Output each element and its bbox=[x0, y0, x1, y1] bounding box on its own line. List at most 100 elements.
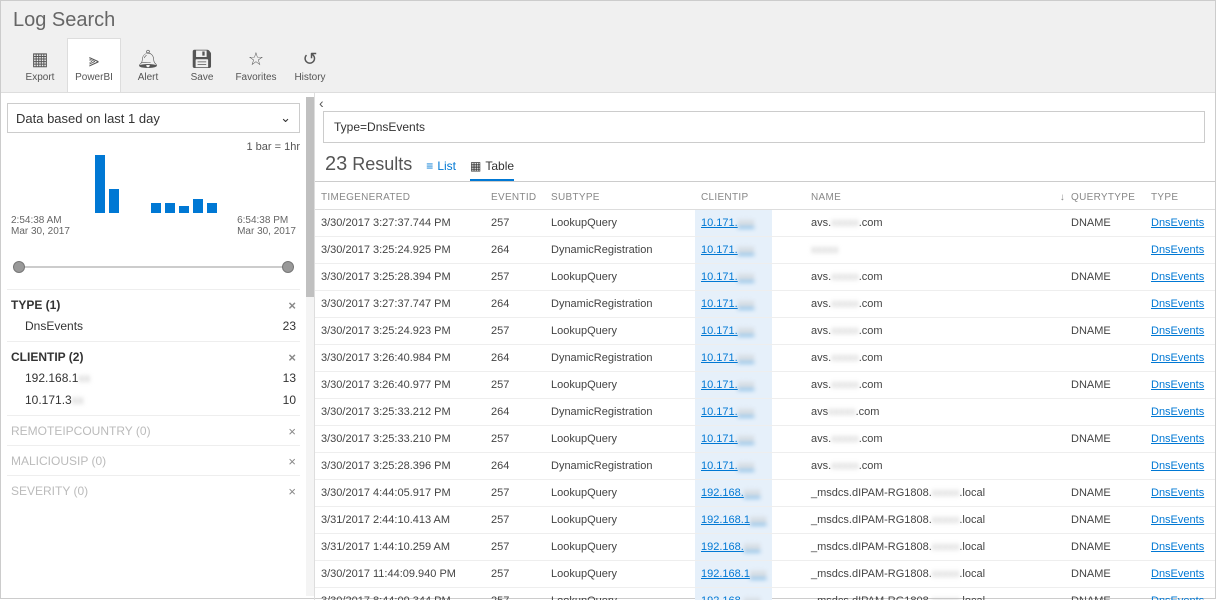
cell-clientip[interactable]: 10.171.xxx bbox=[695, 372, 805, 399]
save-button[interactable]: 💾︎Save bbox=[175, 38, 229, 92]
table-row[interactable]: 3/30/2017 3:27:37.747 PM264DynamicRegist… bbox=[315, 291, 1215, 318]
view-table-button[interactable]: ▦Table bbox=[470, 159, 514, 181]
history-icon: ↺ bbox=[302, 48, 317, 72]
col-CLIENTIP[interactable]: CLIENTIP bbox=[695, 186, 805, 210]
col-TIMEGENERATED[interactable]: TIMEGENERATED bbox=[315, 186, 485, 210]
table-row[interactable]: 3/30/2017 3:26:40.984 PM264DynamicRegist… bbox=[315, 345, 1215, 372]
cell-type[interactable]: DnsEvents bbox=[1145, 264, 1215, 291]
close-icon[interactable]: × bbox=[288, 298, 296, 313]
table-row[interactable]: 3/30/2017 3:25:33.210 PM257LookupQuery10… bbox=[315, 426, 1215, 453]
cell-type[interactable]: DnsEvents bbox=[1145, 588, 1215, 600]
scroll-thumb[interactable] bbox=[306, 97, 314, 297]
cell-clientip[interactable]: 192.168.xxx bbox=[695, 588, 805, 600]
table-row[interactable]: 3/30/2017 3:25:24.925 PM264DynamicRegist… bbox=[315, 237, 1215, 264]
cell-querytype: DNAME bbox=[1065, 588, 1145, 600]
cell-name: avs.xxxxx.com bbox=[805, 453, 1051, 480]
col-NAME[interactable]: NAME bbox=[805, 186, 1051, 210]
cell-subtype: LookupQuery bbox=[545, 264, 695, 291]
cell-querytype: DNAME bbox=[1065, 561, 1145, 588]
cell-clientip[interactable]: 192.168.xxx bbox=[695, 480, 805, 507]
cell-clientip[interactable]: 10.171.xxx bbox=[695, 318, 805, 345]
table-row[interactable]: 3/30/2017 3:25:28.396 PM264DynamicRegist… bbox=[315, 453, 1215, 480]
cell-eventid: 257 bbox=[485, 264, 545, 291]
alert-button[interactable]: 🔔︎Alert bbox=[121, 38, 175, 92]
close-icon[interactable]: × bbox=[288, 350, 296, 365]
cell-type[interactable]: DnsEvents bbox=[1145, 534, 1215, 561]
slider-handle-right[interactable] bbox=[282, 261, 294, 273]
cell-time: 3/30/2017 3:25:33.212 PM bbox=[315, 399, 485, 426]
col-EVENTID[interactable]: EVENTID bbox=[485, 186, 545, 210]
table-row[interactable]: 3/31/2017 1:44:10.259 AM257LookupQuery19… bbox=[315, 534, 1215, 561]
cell-clientip[interactable]: 192.168.1xxx bbox=[695, 507, 805, 534]
cell-subtype: LookupQuery bbox=[545, 507, 695, 534]
table-row[interactable]: 3/30/2017 4:44:05.917 PM257LookupQuery19… bbox=[315, 480, 1215, 507]
table-row[interactable]: 3/30/2017 3:26:40.977 PM257LookupQuery10… bbox=[315, 372, 1215, 399]
cell-type[interactable]: DnsEvents bbox=[1145, 372, 1215, 399]
col-QUERYTYPE[interactable]: QUERYTYPE bbox=[1065, 186, 1145, 210]
cell-type[interactable]: DnsEvents bbox=[1145, 345, 1215, 372]
table-row[interactable]: 3/30/2017 3:25:33.212 PM264DynamicRegist… bbox=[315, 399, 1215, 426]
cell-type[interactable]: DnsEvents bbox=[1145, 291, 1215, 318]
cell-type[interactable]: DnsEvents bbox=[1145, 507, 1215, 534]
slider-handle-left[interactable] bbox=[13, 261, 25, 273]
facet-header[interactable]: MALICIOUSIP (0)× bbox=[11, 454, 296, 469]
cell-name: avs.xxxxx.com bbox=[805, 426, 1051, 453]
cell-clientip[interactable]: 10.171.xxx bbox=[695, 210, 805, 237]
powerbi-button[interactable]: ⫸PowerBI bbox=[67, 38, 121, 92]
cell-name: _msdcs.dIPAM-RG1808.xxxxx.local bbox=[805, 588, 1051, 600]
cell-clientip[interactable]: 10.171.xxx bbox=[695, 453, 805, 480]
col-SUBTYPE[interactable]: SUBTYPE bbox=[545, 186, 695, 210]
collapse-icon[interactable]: ‹ bbox=[319, 95, 324, 111]
cell-clientip[interactable]: 192.168.xxx bbox=[695, 534, 805, 561]
table-row[interactable]: 3/30/2017 11:44:09.940 PM257LookupQuery1… bbox=[315, 561, 1215, 588]
cell-type[interactable]: DnsEvents bbox=[1145, 480, 1215, 507]
cell-eventid: 264 bbox=[485, 291, 545, 318]
facet-header[interactable]: TYPE (1)× bbox=[11, 298, 296, 313]
cell-type[interactable]: DnsEvents bbox=[1145, 399, 1215, 426]
facet-item[interactable]: DnsEvents23 bbox=[11, 313, 296, 335]
cell-clientip[interactable]: 10.171.xxx bbox=[695, 291, 805, 318]
cell-type[interactable]: DnsEvents bbox=[1145, 561, 1215, 588]
facet-header[interactable]: REMOTEIPCOUNTRY (0)× bbox=[11, 424, 296, 439]
facet-item[interactable]: 192.168.1xx13 bbox=[11, 365, 296, 387]
cell-subtype: LookupQuery bbox=[545, 534, 695, 561]
table-row[interactable]: 3/30/2017 3:27:37.744 PM257LookupQuery10… bbox=[315, 210, 1215, 237]
facet-header[interactable]: CLIENTIP (2)× bbox=[11, 350, 296, 365]
close-icon[interactable]: × bbox=[288, 454, 296, 469]
cell-clientip[interactable]: 10.171.xxx bbox=[695, 264, 805, 291]
cell-type[interactable]: DnsEvents bbox=[1145, 237, 1215, 264]
cell-querytype: DNAME bbox=[1065, 426, 1145, 453]
export-button[interactable]: ▦Export bbox=[13, 38, 67, 92]
chevron-down-icon: ⌄ bbox=[280, 110, 291, 126]
favorites-button[interactable]: ☆Favorites bbox=[229, 38, 283, 92]
close-icon[interactable]: × bbox=[288, 424, 296, 439]
table-row[interactable]: 3/30/2017 3:25:24.923 PM257LookupQuery10… bbox=[315, 318, 1215, 345]
table-row[interactable]: 3/31/2017 2:44:10.413 AM257LookupQuery19… bbox=[315, 507, 1215, 534]
cell-clientip[interactable]: 10.171.xxx bbox=[695, 399, 805, 426]
facet-header[interactable]: SEVERITY (0)× bbox=[11, 484, 296, 499]
col-TYPE[interactable]: TYPE bbox=[1145, 186, 1215, 210]
time-slider[interactable] bbox=[13, 257, 294, 277]
cell-spacer bbox=[1051, 561, 1065, 588]
view-list-button[interactable]: ≡List bbox=[426, 159, 456, 179]
history-button[interactable]: ↺History bbox=[283, 38, 337, 92]
facet-item[interactable]: 10.171.3xx10 bbox=[11, 387, 296, 409]
cell-clientip[interactable]: 192.168.1xxx bbox=[695, 561, 805, 588]
table-row[interactable]: 3/30/2017 3:25:28.394 PM257LookupQuery10… bbox=[315, 264, 1215, 291]
cell-clientip[interactable]: 10.171.xxx bbox=[695, 345, 805, 372]
table-row[interactable]: 3/30/2017 8:44:09.344 PM257LookupQuery19… bbox=[315, 588, 1215, 600]
chart-bar bbox=[179, 206, 189, 213]
cell-clientip[interactable]: 10.171.xxx bbox=[695, 237, 805, 264]
cell-type[interactable]: DnsEvents bbox=[1145, 210, 1215, 237]
query-box[interactable]: Type=DnsEvents bbox=[323, 111, 1205, 143]
cell-subtype: DynamicRegistration bbox=[545, 237, 695, 264]
cell-name: _msdcs.dIPAM-RG1808.xxxxx.local bbox=[805, 534, 1051, 561]
col-sort[interactable]: ↓ bbox=[1051, 186, 1065, 210]
close-icon[interactable]: × bbox=[288, 484, 296, 499]
cell-type[interactable]: DnsEvents bbox=[1145, 453, 1215, 480]
cell-clientip[interactable]: 10.171.xxx bbox=[695, 426, 805, 453]
sidebar-scrollbar[interactable] bbox=[306, 97, 314, 596]
timerange-dropdown[interactable]: Data based on last 1 day ⌄ bbox=[7, 103, 300, 133]
cell-type[interactable]: DnsEvents bbox=[1145, 426, 1215, 453]
cell-type[interactable]: DnsEvents bbox=[1145, 318, 1215, 345]
